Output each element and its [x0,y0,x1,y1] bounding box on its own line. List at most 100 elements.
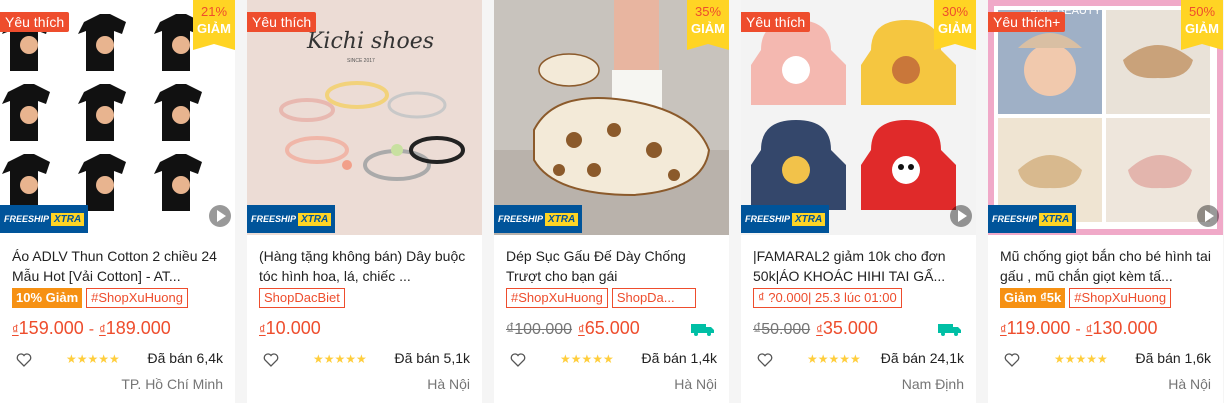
sold-count: Đã bán 24,1k [880,350,964,366]
old-price: ₫50.000 [753,321,811,338]
product-card[interactable]: Yêu thích 30% GIẢM FREESHIP XTRA |FAMARA… [741,0,976,403]
freeship-badge: FREESHIP XTRA [988,205,1076,233]
product-title[interactable]: Dép Sục Gấu Đế Dày Chống Trượt cho bạn g… [506,246,720,286]
product-row: Yêu thích 21% GIẢM FREESHIP XTRA Áo ADLV… [0,0,1224,403]
shop-tag: ShopDa... [611,288,696,308]
play-video-icon[interactable] [209,205,231,227]
brand-subtitle: SINCE 2017 [347,58,375,64]
product-tags: ShopDacBiet [259,288,345,308]
price-min: ₫159.000 [12,318,84,338]
heart-icon[interactable] [1004,353,1020,367]
freeship-extra: XTRA [298,212,332,226]
price-min: ₫35.000 [816,318,878,338]
product-tags: 10% Giảm #ShopXuHuong [12,288,188,308]
old-price: ₫100.000 [506,321,573,338]
freeship-text: FREESHIP [4,214,50,224]
product-title[interactable]: Áo ADLV Thun Cotton 2 chiều 24 Mẫu Hot [… [12,246,226,286]
free-shipping-truck-icon [938,324,961,336]
discount-label: GIẢM [1185,21,1219,36]
free-shipping-truck-icon [691,324,714,336]
sold-count: Đã bán 6,4k [147,350,224,366]
price-min: ₫65.000 [578,318,640,338]
voucher-tag: 10% Giảm [12,288,83,308]
product-card[interactable]: Kichi shoes SINCE 2017 Yêu thích FREESHI… [247,0,482,403]
discount-badge: 21% GIẢM [193,0,235,50]
hashtag-tag: #ShopXuHuong [506,288,608,308]
product-title[interactable]: (Hàng tặng không bán) Dây buộc tóc hình … [259,246,473,286]
product-image[interactable]: Yêu thích 30% GIẢM FREESHIP XTRA [741,0,976,235]
freeship-extra: XTRA [51,212,85,226]
price-min: ₫10.000 [259,318,321,338]
play-video-icon[interactable] [1197,205,1219,227]
price: ₫100.000 ₫65.000 [506,318,640,339]
discount-percent: 35% [694,4,722,19]
product-card[interactable]: 35% GIẢM FREESHIP XTRA Dép Sục Gấu Đế Dà… [494,0,729,403]
heart-icon[interactable] [510,353,526,367]
freeship-badge: FREESHIP XTRA [0,205,88,233]
favorite-badge: Yêu thích [247,12,317,32]
discount-label: GIẢM [197,21,231,36]
sold-count: Đã bán 5,1k [394,350,471,366]
rating-stars: ★★★★★ [66,352,120,366]
rating-stars: ★★★★★ [807,352,861,366]
favorite-badge: Yêu thích [741,12,811,32]
sold-count: Đã bán 1,4k [641,350,718,366]
freeship-extra: XTRA [545,212,579,226]
freeship-text: FREESHIP [745,214,791,224]
heart-icon[interactable] [16,353,32,367]
discount-percent: 30% [941,4,969,19]
product-tags: #ShopXuHuong ShopDa... [506,288,696,308]
product-card[interactable]: AME BEAUTY Yêu thích+ 50% GIẢM FREESHIP … [988,0,1223,403]
discount-label: GIẢM [691,21,725,36]
product-title[interactable]: |FAMARAL2 giảm 10k cho đơn 50k|ÁO KHOÁC … [753,246,967,286]
product-image[interactable]: AME BEAUTY Yêu thích+ 50% GIẢM FREESHIP … [988,0,1223,235]
discount-badge: 50% GIẢM [1181,0,1223,50]
price-max: ₫189.000 [99,318,171,338]
heart-icon[interactable] [757,353,773,367]
freeship-text: FREESHIP [992,214,1038,224]
flash-sale-tag: ₫ ?0.000| 25.3 lúc 01:00 [753,288,902,308]
freeship-text: FREESHIP [251,214,297,224]
shop-tag: ShopDacBiet [259,288,345,308]
product-card[interactable]: Yêu thích 21% GIẢM FREESHIP XTRA Áo ADLV… [0,0,235,403]
freeship-badge: FREESHIP XTRA [741,205,829,233]
shop-location: Hà Nội [1168,376,1211,392]
voucher-tag: Giảm ₫5k [1000,288,1066,308]
product-tags: Giảm ₫5k #ShopXuHuong [1000,288,1172,308]
price: ₫10.000 [259,318,321,339]
product-image[interactable]: 35% GIẢM FREESHIP XTRA [494,0,729,235]
discount-badge: 30% GIẢM [934,0,976,50]
rating-stars: ★★★★★ [1054,352,1108,366]
price-max: ₫130.000 [1085,318,1158,338]
shop-location: Hà Nội [674,376,717,392]
product-image[interactable]: Yêu thích 21% GIẢM FREESHIP XTRA [0,0,235,235]
shop-location: Nam Định [901,376,964,392]
discount-label: GIẢM [938,21,972,36]
discount-badge: 35% GIẢM [687,0,729,50]
hashtag-tag: #ShopXuHuong [1069,288,1172,308]
shop-location: Hà Nội [427,376,470,392]
product-title[interactable]: Mũ chống giọt bắn cho bé hình tai gấu , … [1000,246,1214,286]
shop-location: TP. Hồ Chí Minh [121,376,223,392]
freeship-extra: XTRA [1039,212,1073,226]
product-image[interactable]: Kichi shoes SINCE 2017 Yêu thích FREESHI… [247,0,482,235]
freeship-badge: FREESHIP XTRA [247,205,335,233]
rating-stars: ★★★★★ [560,352,614,366]
freeship-badge: FREESHIP XTRA [494,205,582,233]
play-video-icon[interactable] [950,205,972,227]
price: ₫50.000 ₫35.000 [753,318,878,339]
sold-count: Đã bán 1,6k [1135,350,1212,366]
discount-percent: 21% [200,4,228,19]
freeship-extra: XTRA [792,212,826,226]
favorite-badge: Yêu thích+ [988,12,1066,32]
price-range: ₫159.000 - ₫189.000 [12,318,171,338]
heart-icon[interactable] [263,353,279,367]
product-tags: ₫ ?0.000| 25.3 lúc 01:00 [753,288,902,308]
discount-percent: 50% [1188,4,1216,19]
hashtag-tag: #ShopXuHuong [86,288,188,308]
favorite-badge: Yêu thích [0,12,70,32]
freeship-text: FREESHIP [498,214,544,224]
price-min: ₫119.000 [1000,318,1071,338]
price-range: ₫119.000 - ₫130.000 [1000,318,1158,338]
rating-stars: ★★★★★ [313,352,367,366]
